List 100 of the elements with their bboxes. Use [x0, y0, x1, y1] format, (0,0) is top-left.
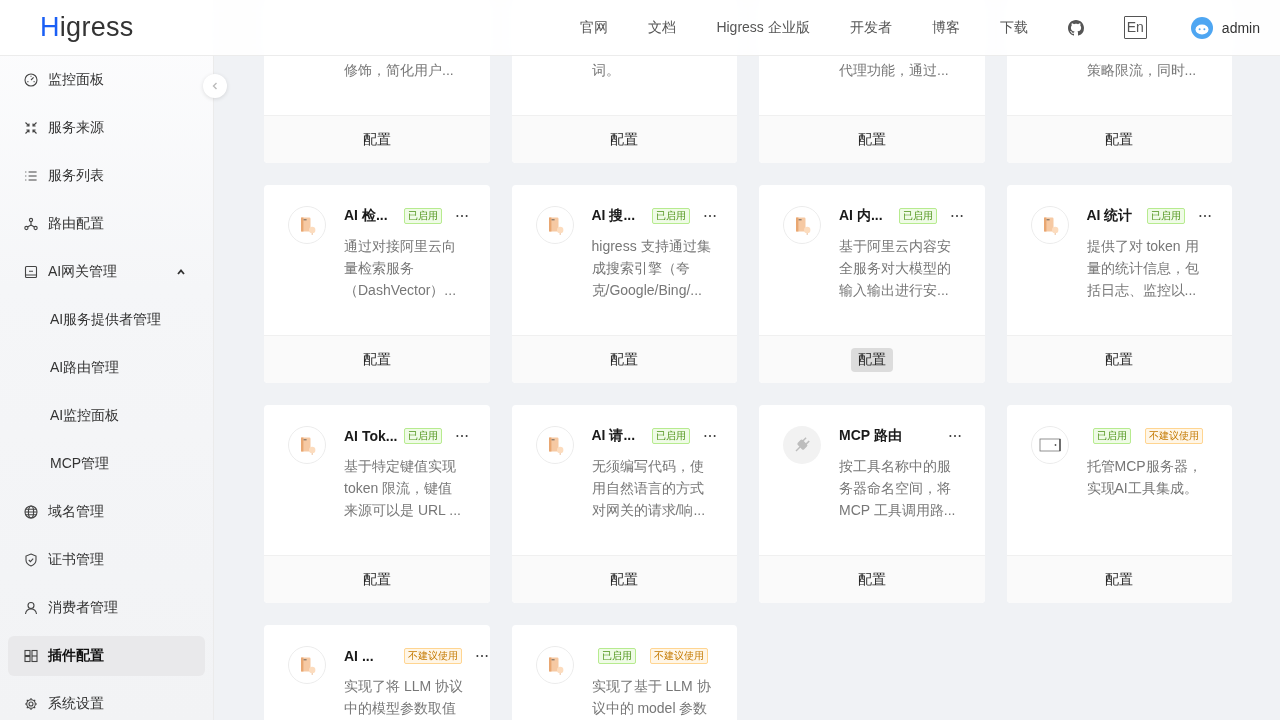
status-tag: 已启用	[404, 428, 442, 444]
plugin-description: higress 支持通过集成搜索引擎（夸克/Google/Bing/...	[591, 237, 712, 300]
gauge-icon	[24, 73, 38, 87]
sidebar-subitem[interactable]: AI服务提供者管理	[8, 300, 205, 340]
plugin-title: MCP 路由	[839, 427, 902, 445]
configure-button[interactable]: 配置	[1098, 127, 1141, 152]
nav-link[interactable]: 文档	[648, 18, 677, 37]
more-icon[interactable]	[703, 214, 716, 218]
sidebar-item[interactable]: 系统设置	[8, 684, 205, 720]
status-tag: 已启用	[651, 208, 690, 224]
status-tag: 不建议使用	[649, 648, 708, 664]
status-tag: 已启用	[1092, 428, 1131, 444]
plugin-description: 通过对接阿里云向量检索服务（DashVector）...	[344, 237, 458, 300]
nav-link[interactable]: 博客	[931, 18, 960, 37]
nav-link[interactable]: 开发者	[849, 18, 892, 37]
plugin-title: AI 内...	[839, 207, 884, 225]
plugin-description: 实现了将 LLM 协议中的模型参数取值	[344, 677, 464, 718]
plugin-description: 词。	[591, 61, 620, 80]
more-icon[interactable]	[703, 434, 716, 438]
sidebar-item[interactable]: 插件配置	[8, 636, 205, 676]
plugin-description: 代理功能，通过...	[839, 61, 949, 80]
configure-button[interactable]: 配置	[1098, 567, 1141, 592]
plugin-description: 实现了基于 LLM 协议中的 model 参数	[591, 677, 712, 718]
sidebar-item[interactable]: 证书管理	[8, 540, 205, 580]
plugin-description: 修饰，简化用户...	[344, 61, 454, 80]
configure-button[interactable]: 配置	[850, 347, 893, 372]
sidebar-item[interactable]: 域名管理	[8, 492, 205, 532]
more-icon[interactable]	[951, 214, 963, 218]
configure-button[interactable]: 配置	[355, 567, 398, 592]
sidebar-item[interactable]: 消费者管理	[8, 588, 205, 628]
blocks-icon	[24, 649, 38, 663]
document-icon	[1030, 206, 1069, 244]
plugin-title: AI 检...	[344, 207, 389, 225]
document-icon	[535, 646, 574, 684]
sidebar-item[interactable]: 路由配置	[8, 204, 205, 244]
configure-button[interactable]: 配置	[355, 347, 398, 372]
status-tag: 已启用	[1146, 208, 1185, 224]
list-icon	[24, 169, 38, 183]
sidebar-item[interactable]: 服务列表	[8, 156, 205, 196]
document-icon	[783, 206, 821, 244]
user-name[interactable]: admin	[1221, 19, 1260, 36]
configure-button[interactable]: 配置	[850, 567, 893, 592]
plug-icon	[783, 426, 821, 464]
plugin-title: AI 请...	[591, 427, 637, 445]
sidebar-subitem[interactable]: AI路由管理	[8, 348, 205, 388]
plugin-description: 无须编写代码，使用自然语言的方式对网关的请求/响...	[591, 457, 707, 520]
language-button[interactable]: En	[1123, 16, 1147, 39]
more-icon[interactable]	[456, 434, 468, 438]
document-icon	[535, 426, 574, 464]
sidebar-subitem[interactable]: MCP管理	[8, 444, 205, 484]
configure-button[interactable]: 配置	[1098, 347, 1141, 372]
more-icon[interactable]	[476, 654, 488, 658]
status-tag: 已启用	[899, 208, 937, 224]
user-icon	[24, 601, 38, 615]
document-icon	[535, 206, 574, 244]
chevron-up-icon[interactable]	[176, 267, 186, 277]
plugin-description: 基于阿里云内容安全服务对大模型的输入输出进行安...	[839, 237, 952, 300]
more-icon[interactable]	[456, 214, 468, 218]
settings-icon	[24, 697, 38, 711]
configure-button[interactable]: 配置	[850, 127, 893, 152]
plugin-description: 按工具名称中的服务器命名空间，将MCP 工具调用路...	[839, 457, 957, 520]
document-icon	[288, 646, 326, 684]
plugin-title: AI ...	[344, 648, 375, 664]
sidebar-item[interactable]: 监控面板	[8, 60, 205, 100]
brand-logo: Higress	[40, 12, 134, 43]
status-tag: 已启用	[597, 648, 636, 664]
plugin-title: AI 搜...	[591, 207, 637, 225]
sidebar-subitem[interactable]: AI监控面板	[8, 396, 205, 436]
configure-button[interactable]: 配置	[603, 127, 646, 152]
avatar-icon[interactable]	[1190, 16, 1213, 39]
status-tag: 不建议使用	[1144, 428, 1203, 444]
more-icon[interactable]	[948, 434, 961, 438]
nav-link[interactable]: 官网	[580, 18, 609, 37]
arrows-icon	[24, 121, 38, 135]
sidebar-item[interactable]: AI网关管理	[8, 252, 205, 292]
configure-button[interactable]: 配置	[603, 347, 646, 372]
globe-icon	[24, 505, 38, 519]
status-tag: 不建议使用	[404, 648, 462, 664]
github-icon[interactable]	[1067, 19, 1084, 36]
more-icon[interactable]	[1198, 214, 1211, 218]
document-icon	[288, 206, 326, 244]
plugin-description: 提供了对 token 用量的统计信息，包括日志、监控以...	[1086, 237, 1200, 300]
plugin-title: AI Tok...	[344, 428, 396, 444]
plugin-description: 策略限流，同时...	[1086, 61, 1197, 80]
sidebar-item[interactable]: 服务来源	[8, 108, 205, 148]
document-icon	[288, 426, 326, 464]
plugin-title: AI 统计	[1086, 207, 1134, 225]
status-tag: 已启用	[404, 208, 442, 224]
plugin-description: 托管MCP服务器，实现AI工具集成。	[1086, 457, 1203, 498]
shield-icon	[24, 553, 38, 567]
plugin-description: 基于特定键值实现 token 限流，键值来源可以是 URL ...	[344, 457, 462, 520]
status-tag: 已启用	[651, 428, 690, 444]
nav-link[interactable]: Higress 企业版	[716, 18, 810, 37]
screen-icon	[24, 265, 38, 279]
frame-icon	[1030, 426, 1069, 464]
nodes-icon	[24, 217, 38, 231]
configure-button[interactable]: 配置	[355, 127, 398, 152]
nav-link[interactable]: 下载	[999, 18, 1028, 37]
chevron-left-icon	[211, 82, 219, 90]
configure-button[interactable]: 配置	[603, 567, 646, 592]
